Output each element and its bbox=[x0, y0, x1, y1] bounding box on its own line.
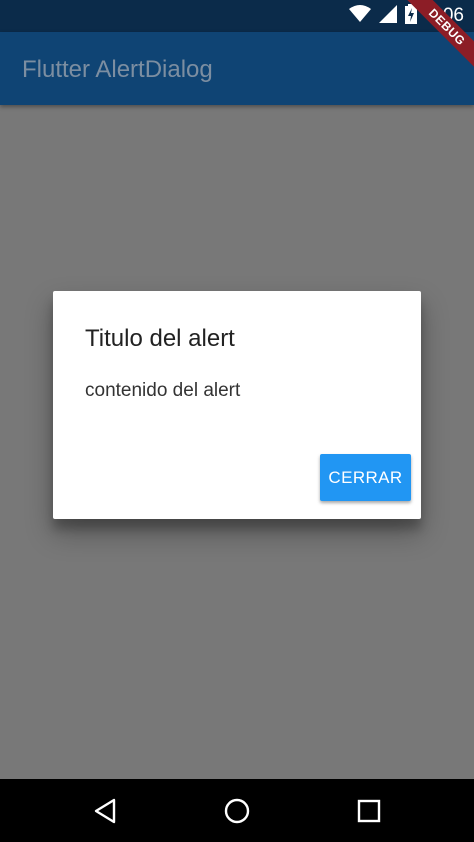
alert-dialog: Titulo del alert contenido del alert CER… bbox=[53, 291, 421, 519]
status-bar: 4:06 bbox=[0, 0, 474, 32]
cell-signal-icon bbox=[379, 4, 398, 28]
status-time: 4:06 bbox=[427, 5, 464, 26]
battery-charging-icon bbox=[405, 3, 418, 29]
navigation-bar bbox=[0, 779, 474, 842]
app-bar: Flutter AlertDialog bbox=[0, 32, 474, 105]
dialog-content: contenido del alert bbox=[85, 380, 241, 401]
app-title: Flutter AlertDialog bbox=[22, 56, 213, 83]
status-icons: 4:06 bbox=[349, 0, 464, 32]
recents-icon[interactable] bbox=[353, 795, 385, 827]
back-icon[interactable] bbox=[89, 795, 121, 827]
home-icon[interactable] bbox=[221, 795, 253, 827]
dialog-title: Titulo del alert bbox=[85, 325, 235, 352]
wifi-icon bbox=[349, 4, 372, 28]
screen: 4:06 Flutter AlertDialog DEBUG Titulo de… bbox=[0, 0, 474, 842]
close-button[interactable]: CERRAR bbox=[320, 454, 411, 501]
